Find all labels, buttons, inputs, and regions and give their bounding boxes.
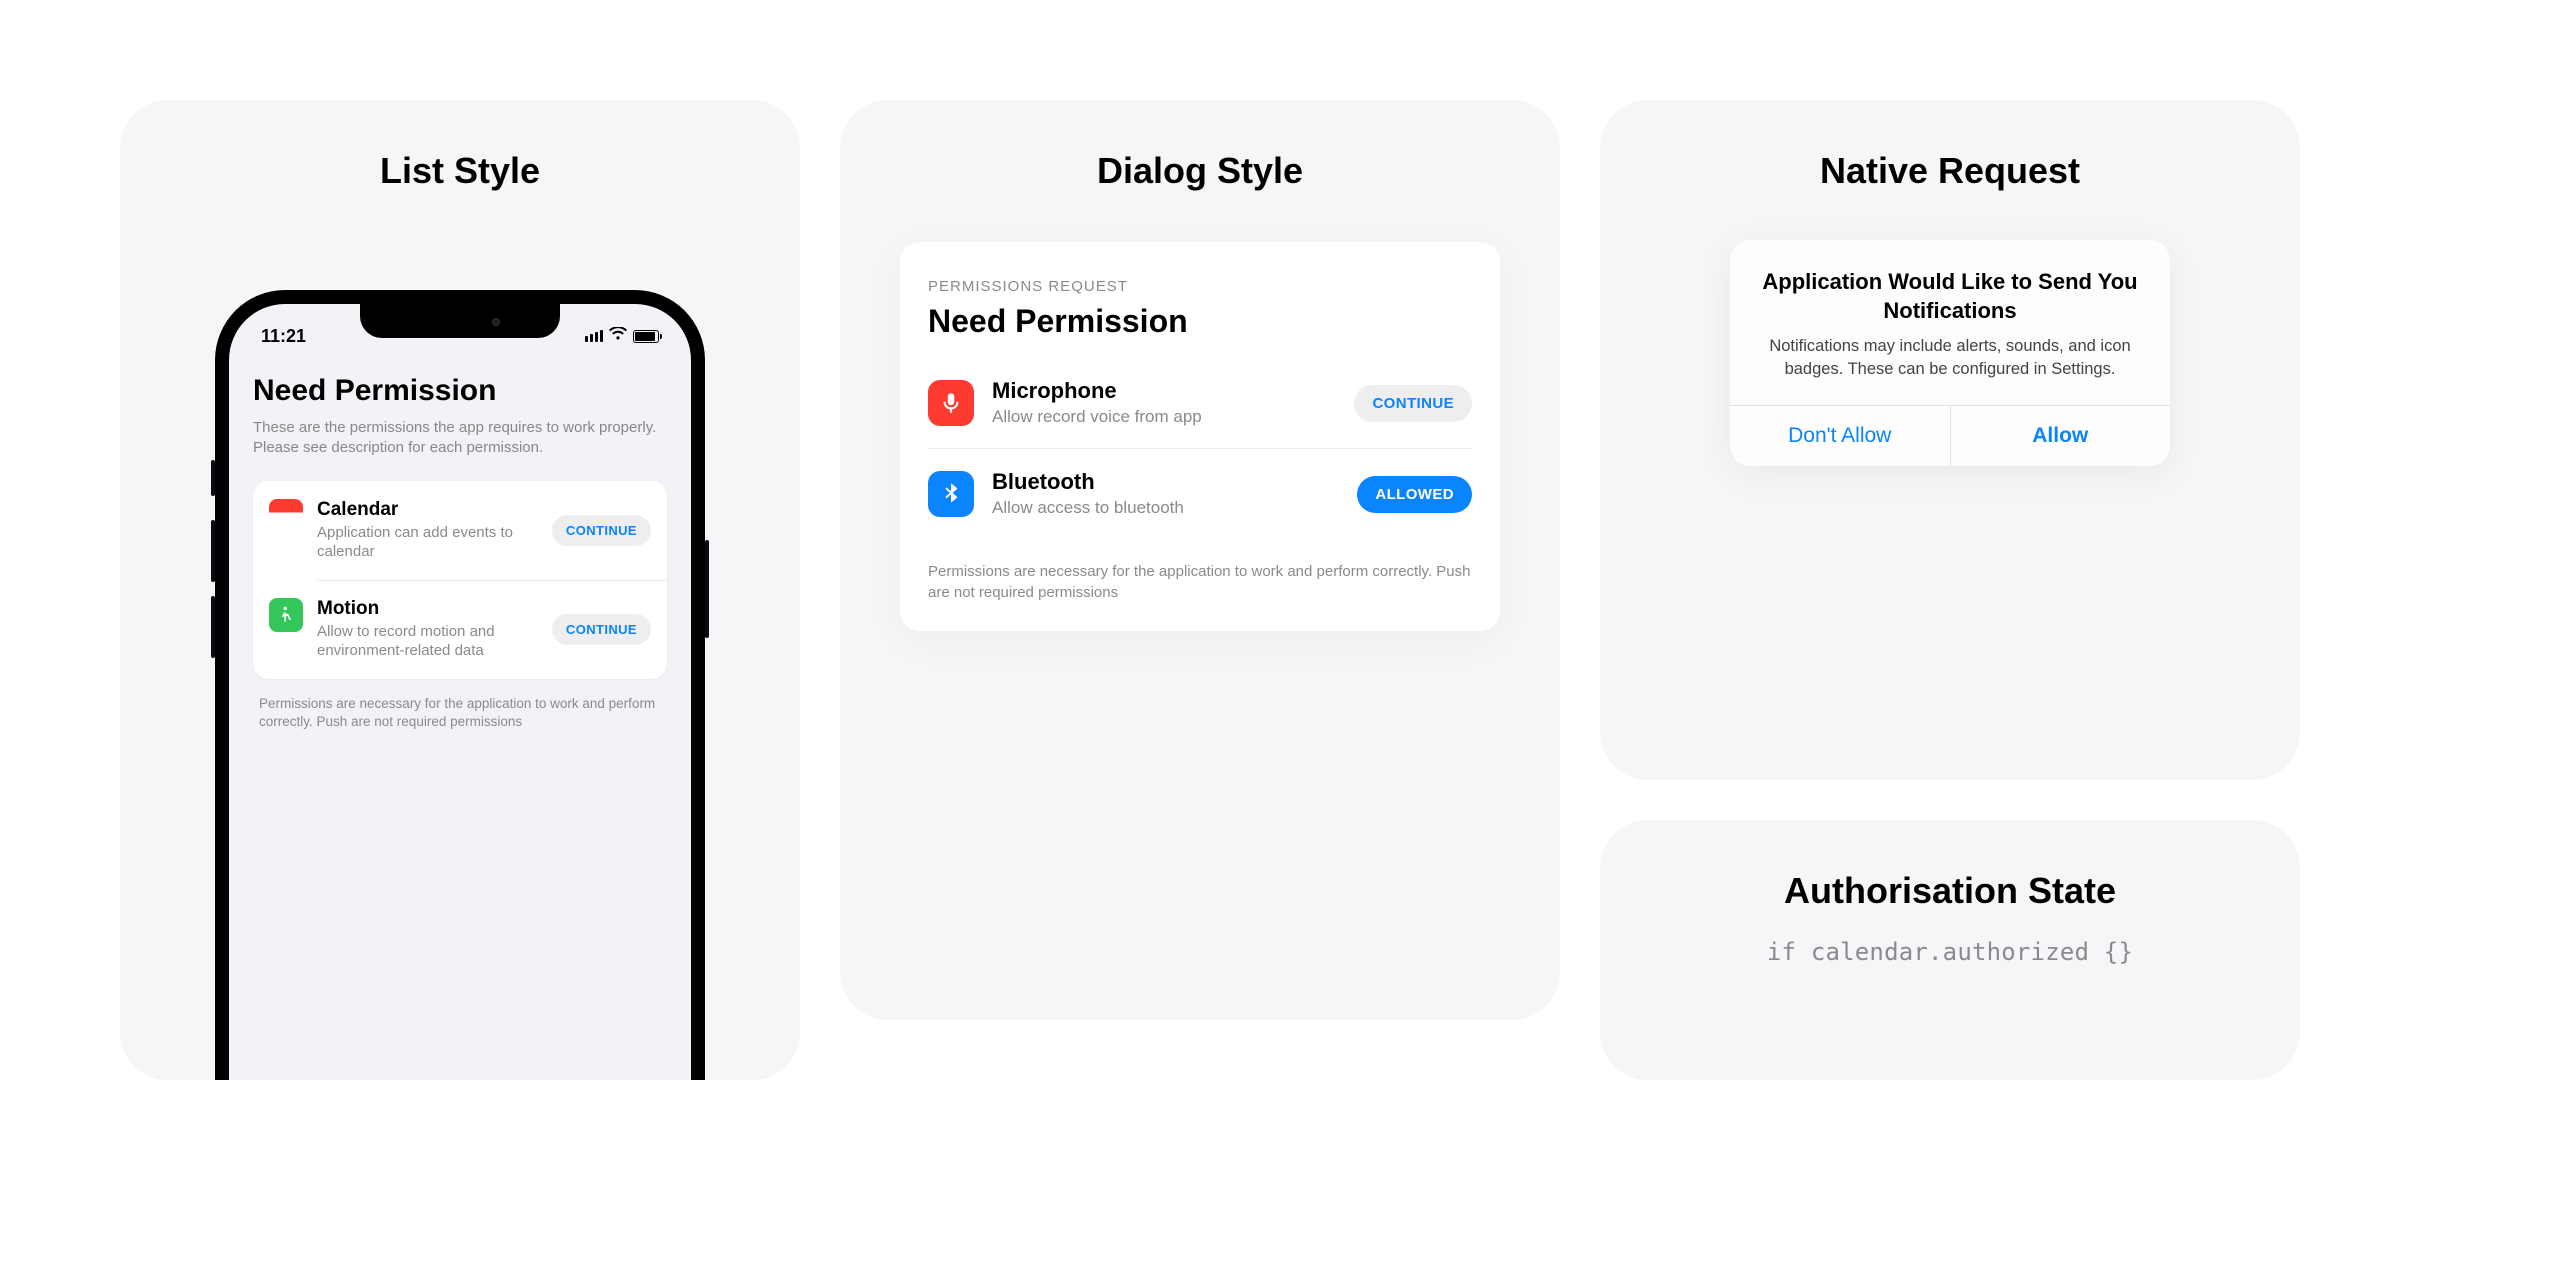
permission-title: Bluetooth (992, 469, 1339, 495)
continue-button[interactable]: CONTINUE (552, 515, 651, 546)
permission-desc: Allow to record motion and environment-r… (317, 622, 538, 661)
permission-row-motion: Motion Allow to record motion and enviro… (253, 580, 667, 679)
permission-dialog: PERMISSIONS REQUEST Need Permission Micr… (900, 242, 1500, 631)
panel-title: Dialog Style (840, 100, 1560, 192)
native-request-panel: Native Request Application Would Like to… (1600, 100, 2300, 780)
permission-row-bluetooth: Bluetooth Allow access to bluetooth ALLO… (928, 448, 1472, 539)
calendar-icon (269, 499, 303, 533)
continue-button[interactable]: CONTINUE (552, 614, 651, 645)
page-title: Need Permission (253, 374, 667, 408)
bluetooth-icon (928, 471, 974, 517)
alert-title: Application Would Like to Send You Notif… (1760, 268, 2140, 325)
phone-mockup: 11:21 Need Permission These are the perm… (215, 290, 705, 1080)
dialog-title: Need Permission (928, 303, 1472, 340)
footer-note: Permissions are necessary for the applic… (928, 561, 1472, 603)
authorisation-state-panel: Authorisation State if calendar.authoriz… (1600, 820, 2300, 1080)
dialog-eyebrow: PERMISSIONS REQUEST (928, 278, 1472, 295)
dont-allow-button[interactable]: Don't Allow (1730, 406, 1950, 466)
panel-title: Authorisation State (1600, 820, 2300, 912)
microphone-icon (928, 380, 974, 426)
permission-row-calendar: Calendar Application can add events to c… (253, 481, 667, 580)
code-snippet: if calendar.authorized {} (1600, 938, 2300, 966)
permission-row-microphone: Microphone Allow record voice from app C… (928, 358, 1472, 448)
allowed-button[interactable]: ALLOWED (1357, 476, 1472, 513)
panel-title: Native Request (1600, 100, 2300, 192)
permission-desc: Allow access to bluetooth (992, 497, 1202, 519)
motion-icon (269, 598, 303, 632)
phone-notch (360, 304, 560, 338)
permission-title: Calendar (317, 499, 538, 521)
permission-title: Microphone (992, 378, 1336, 404)
panel-title: List Style (120, 100, 800, 192)
dialog-style-panel: Dialog Style PERMISSIONS REQUEST Need Pe… (840, 100, 1560, 1020)
permission-desc: Application can add events to calendar (317, 523, 538, 562)
allow-button[interactable]: Allow (1950, 406, 2171, 466)
permission-card: Calendar Application can add events to c… (253, 481, 667, 679)
footer-note: Permissions are necessary for the applic… (253, 679, 667, 749)
continue-button[interactable]: CONTINUE (1354, 385, 1472, 422)
permission-title: Motion (317, 598, 538, 620)
native-alert: Application Would Like to Send You Notif… (1730, 240, 2170, 466)
alert-message: Notifications may include alerts, sounds… (1760, 335, 2140, 381)
page-subtitle: These are the permissions the app requir… (253, 418, 667, 459)
permission-desc: Allow record voice from app (992, 406, 1202, 428)
list-style-panel: List Style 11:21 Need Permission These a… (120, 100, 800, 1080)
